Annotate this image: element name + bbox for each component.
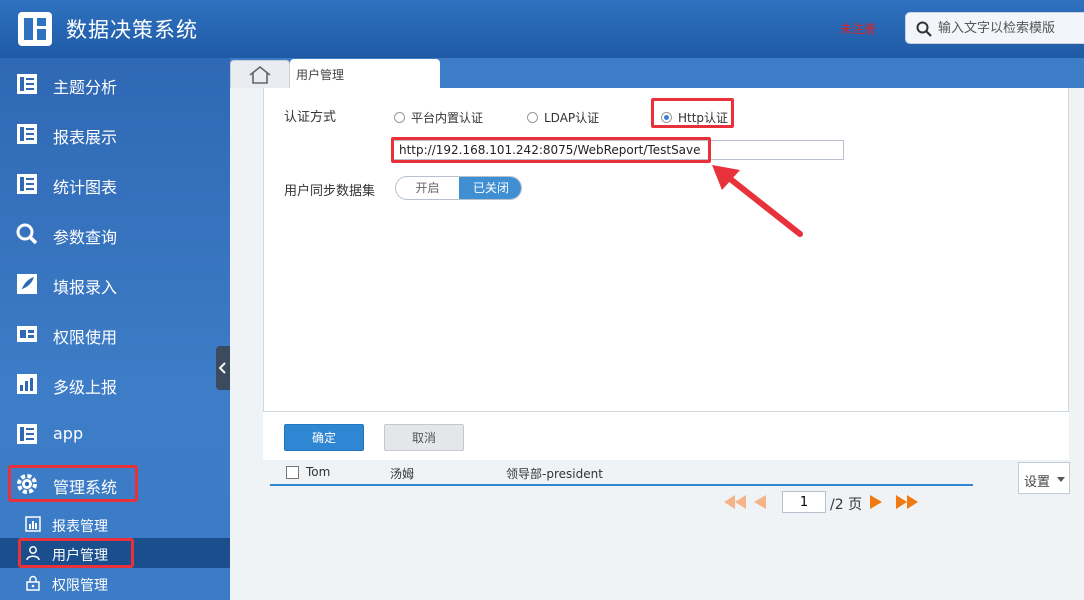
row-checkbox[interactable] xyxy=(286,466,299,479)
report-icon xyxy=(17,424,37,444)
tab-user-management[interactable]: 用户管理 xyxy=(290,59,440,88)
sidebar-item-data-entry[interactable]: 填报录入 xyxy=(0,264,230,304)
search-icon xyxy=(916,21,932,37)
report-icon xyxy=(17,174,37,194)
sidebar-item-multilevel-report[interactable]: 多级上报 xyxy=(0,364,230,404)
sidebar-item-label: 多级上报 xyxy=(53,378,118,397)
cell-realname: 汤姆 xyxy=(390,467,415,481)
cancel-button[interactable]: 取消 xyxy=(384,424,464,451)
page-number-input[interactable] xyxy=(782,491,826,513)
bar-chart-icon xyxy=(17,374,37,394)
sidebar-item-permission-use[interactable]: 权限使用 xyxy=(0,314,230,354)
chevron-left-icon xyxy=(219,362,226,374)
lock-icon xyxy=(26,575,40,591)
radio-builtin-auth[interactable]: 平台内置认证 xyxy=(394,109,483,126)
report-icon xyxy=(17,74,37,94)
first-page-icon[interactable] xyxy=(724,495,746,509)
user-sync-toggle[interactable]: 开启 已关闭 xyxy=(395,176,522,200)
prev-page-icon[interactable] xyxy=(754,495,766,509)
sidebar-item-label: 权限使用 xyxy=(53,328,118,347)
settings-label: 设置 xyxy=(1024,475,1051,490)
tab-label: 用户管理 xyxy=(296,68,345,82)
highlight-box xyxy=(18,538,134,568)
radio-ldap-auth[interactable]: LDAP认证 xyxy=(527,109,599,126)
radio-circle xyxy=(527,112,538,123)
top-header: 数据决策系统 未注册 xyxy=(0,0,1084,58)
magnifier-icon xyxy=(16,223,38,245)
sidebar-item-label: 统计图表 xyxy=(53,178,118,197)
page-total: /2 页 xyxy=(830,497,863,513)
http-auth-url-input[interactable] xyxy=(393,140,844,160)
radio-label: LDAP认证 xyxy=(544,111,600,125)
sidebar-subitem-label: 权限管理 xyxy=(52,578,108,594)
sidebar-item-label: app xyxy=(53,424,84,443)
sidebar-item-label: 主题分析 xyxy=(53,78,118,97)
toggle-off-option[interactable]: 已关闭 xyxy=(459,177,521,199)
unregistered-label[interactable]: 未注册 xyxy=(840,20,876,37)
sidebar-subitem-label: 报表管理 xyxy=(52,519,108,535)
cell-username: Tom xyxy=(306,465,331,479)
template-search[interactable] xyxy=(905,12,1084,44)
radio-label: 平台内置认证 xyxy=(411,111,484,125)
home-icon xyxy=(249,66,271,84)
sidebar-collapse-button[interactable] xyxy=(216,346,230,390)
sidebar-item-parameter-query[interactable]: 参数查询 xyxy=(0,214,230,254)
table-row[interactable]: Tom 汤姆 领导部-president xyxy=(270,462,973,486)
highlight-box xyxy=(651,98,734,128)
toggle-on-option[interactable]: 开启 xyxy=(396,177,459,199)
sidebar-item-label: 填报录入 xyxy=(53,278,118,297)
annotation-arrow-icon xyxy=(712,165,803,237)
last-page-icon[interactable] xyxy=(896,495,918,509)
highlight-box xyxy=(8,465,138,502)
feather-icon xyxy=(17,274,37,294)
next-page-icon[interactable] xyxy=(870,495,882,509)
window-icon xyxy=(17,326,37,342)
sidebar-item-topic-analysis[interactable]: 主题分析 xyxy=(0,64,230,104)
chart-icon xyxy=(25,516,41,532)
sidebar-item-label: 参数查询 xyxy=(53,228,118,247)
sidebar-subitem-report-management[interactable]: 报表管理 xyxy=(0,509,230,539)
sidebar-item-statistics-chart[interactable]: 统计图表 xyxy=(0,164,230,204)
confirm-button[interactable]: 确定 xyxy=(284,424,364,451)
cell-department: 领导部-president xyxy=(506,467,603,481)
app-title: 数据决策系统 xyxy=(66,18,198,42)
search-input[interactable] xyxy=(938,18,1078,38)
auth-method-label: 认证方式 xyxy=(284,110,337,125)
caret-down-icon xyxy=(1057,477,1065,482)
sidebar-item-app[interactable]: app xyxy=(0,414,230,454)
report-icon xyxy=(17,124,37,144)
radio-circle xyxy=(394,112,405,123)
sidebar-item-report-display[interactable]: 报表展示 xyxy=(0,114,230,154)
settings-dropdown-button[interactable]: 设置 xyxy=(1018,462,1070,494)
app-logo-icon xyxy=(18,12,52,46)
tab-home[interactable] xyxy=(230,60,290,88)
sidebar-subitem-permission-management[interactable]: 权限管理 xyxy=(0,568,230,598)
sidebar-item-label: 报表展示 xyxy=(53,128,118,147)
user-sync-dataset-label: 用户同步数据集 xyxy=(284,184,376,199)
